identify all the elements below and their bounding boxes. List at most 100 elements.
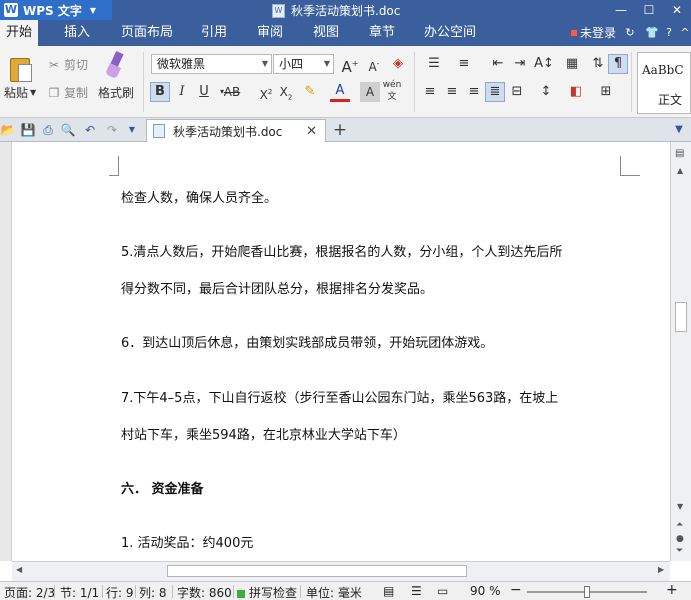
minimize-icon[interactable]: —	[607, 0, 635, 20]
align-right-icon[interactable]: ≡	[464, 82, 484, 102]
status-word-count[interactable]: 字数: 860	[177, 584, 232, 600]
tab-view[interactable]: 视图	[313, 20, 339, 46]
refresh-icon[interactable]: ↻	[624, 27, 636, 39]
numbered-list-icon[interactable]: ≡	[454, 54, 474, 74]
zoom-in-icon[interactable]: +	[666, 582, 678, 598]
increase-indent-icon[interactable]: ⇥	[510, 54, 530, 74]
previous-page-icon[interactable]: ⏶	[676, 520, 683, 530]
outline-view-icon[interactable]: ☰	[411, 584, 422, 598]
border-icon[interactable]: ⊞	[596, 82, 616, 102]
tab-home[interactable]: 开始	[0, 20, 39, 46]
italic-icon[interactable]: I	[172, 82, 192, 102]
style-gallery[interactable]: AaBbC 正文	[637, 52, 691, 114]
status-page[interactable]: 页面: 2/3	[4, 584, 55, 600]
tab-page-layout[interactable]: 页面布局	[121, 20, 173, 46]
section-heading[interactable]: 六． 资金准备	[121, 478, 204, 497]
sort-icon[interactable]: ⇅	[588, 54, 608, 74]
new-tab-icon[interactable]: +	[330, 120, 350, 140]
chevron-down-icon: ▼	[89, 5, 97, 15]
show-marks-icon[interactable]: ¶	[608, 54, 628, 74]
distributed-align-icon[interactable]: ⊟	[507, 82, 527, 102]
copy-button[interactable]: ❐ 复制	[46, 84, 88, 101]
paste-icon[interactable]	[8, 54, 34, 84]
bullet-list-icon[interactable]: ☰	[424, 54, 444, 74]
text-direction-icon[interactable]: A↕	[534, 54, 554, 74]
print-icon[interactable]: ⎙	[40, 122, 56, 138]
tab-office-space[interactable]: 办公空间	[424, 20, 476, 46]
zoom-value[interactable]: 90 %	[470, 584, 501, 598]
web-view-icon[interactable]: ▭	[437, 584, 448, 598]
paragraph[interactable]: 得分数不同，最后合计团队总分，根据排名分发奖品。	[121, 278, 433, 297]
maximize-icon[interactable]: ☐	[635, 0, 663, 20]
tab-review[interactable]: 审阅	[257, 20, 283, 46]
scroll-up-icon[interactable]: ▲	[677, 166, 683, 175]
format-painter-button[interactable]: 格式刷	[98, 84, 134, 101]
next-page-icon[interactable]: ⏷	[676, 546, 683, 556]
font-color-icon[interactable]: A	[330, 82, 350, 102]
paragraph[interactable]: 5.清点人数后，开始爬香山比赛，根据报名的人数，分小组，个人到达先后所	[121, 241, 562, 260]
horizontal-scrollbar[interactable]: ◀ ▶	[12, 561, 670, 581]
highlight-icon[interactable]: ✎	[300, 82, 320, 102]
select-browse-object-icon[interactable]: ●	[676, 534, 684, 544]
align-center-icon[interactable]: ≡	[442, 82, 462, 102]
paragraph[interactable]: 7.下午4–5点，下山自行返校（步行至香山公园东门站，乘坐563路，在坡上	[121, 387, 558, 406]
horizontal-scroll-thumb[interactable]	[167, 565, 467, 577]
line-spacing-icon[interactable]: ↕	[536, 82, 556, 102]
paragraph[interactable]: 1. 活动奖品：约400元	[121, 532, 253, 551]
status-unit[interactable]: 单位: 毫米	[306, 584, 362, 600]
shrink-font-icon[interactable]: A-	[364, 54, 384, 74]
close-tab-icon[interactable]: ✕	[306, 124, 317, 139]
subscript-icon[interactable]: X2	[276, 82, 296, 102]
font-name-select[interactable]: 微软雅黑 ▼	[151, 54, 272, 74]
close-icon[interactable]: ✕	[663, 0, 691, 20]
superscript-icon[interactable]: X2	[256, 82, 276, 102]
page-nav-icon[interactable]: ▤	[675, 148, 684, 159]
tab-insert[interactable]: 插入	[64, 20, 90, 46]
character-shading-icon[interactable]: A	[360, 82, 380, 102]
paragraph[interactable]: 6．到达山顶后休息，由策划实践部成员带领，开始玩团体游戏。	[121, 332, 493, 351]
tab-list-icon[interactable]: ▼	[671, 122, 687, 138]
underline-icon[interactable]: U	[194, 82, 214, 102]
zoom-out-icon[interactable]: −	[510, 582, 522, 598]
grow-font-icon[interactable]: A+	[340, 54, 360, 76]
ribbon-collapse-icon[interactable]: ^	[679, 27, 691, 39]
justify-icon[interactable]: ≣	[485, 82, 505, 102]
vertical-scrollbar[interactable]: ▤ ▲ ▼ ⏶ ● ⏷	[670, 142, 691, 561]
skin-icon[interactable]: 👕	[645, 27, 659, 39]
scroll-right-icon[interactable]: ▶	[658, 565, 664, 574]
table-icon[interactable]: ▦	[562, 54, 582, 74]
undo-icon[interactable]: ↶	[82, 122, 98, 138]
redo-icon[interactable]: ↷	[104, 122, 120, 138]
document-page[interactable]: 检查人数，确保人员齐全。 5.清点人数后，开始爬香山比赛，根据报名的人数，分小组…	[0, 142, 691, 561]
zoom-slider-thumb[interactable]	[584, 586, 590, 598]
vertical-scroll-thumb[interactable]	[675, 302, 687, 332]
help-icon[interactable]: ?	[663, 27, 675, 39]
phonetic-guide-icon[interactable]: wén 文	[382, 79, 402, 102]
paste-button[interactable]: 粘贴 ▼	[4, 84, 36, 101]
wps-app-menu-button[interactable]: W WPS 文字 ▼	[0, 0, 112, 20]
login-status[interactable]: 未登录	[571, 20, 616, 46]
print-preview-icon[interactable]: 🔍	[60, 122, 76, 138]
chevron-down-icon[interactable]: ▼	[124, 122, 140, 138]
font-size-select[interactable]: 小四 ▼	[273, 54, 334, 74]
shading-icon[interactable]: ◧	[566, 82, 586, 102]
scroll-down-icon[interactable]: ▼	[677, 502, 683, 511]
bold-icon[interactable]: B	[150, 82, 170, 102]
clear-format-icon[interactable]: ◈	[388, 54, 408, 74]
scroll-left-icon[interactable]: ◀	[16, 565, 22, 574]
status-spell-check[interactable]: 拼写检查	[237, 584, 297, 600]
format-painter-icon[interactable]	[104, 50, 126, 80]
align-left-icon[interactable]: ≡	[420, 82, 440, 102]
page-view-icon[interactable]: ▤	[383, 584, 394, 598]
tab-chapter[interactable]: 章节	[369, 20, 395, 46]
decrease-indent-icon[interactable]: ⇤	[488, 54, 508, 74]
paragraph[interactable]: 村站下车，乘坐594路，在北京林业大学站下车）	[121, 424, 406, 443]
cut-button[interactable]: ✂ 剪切	[46, 56, 88, 73]
save-icon[interactable]: 💾	[20, 122, 36, 138]
strikethrough-icon[interactable]: AB	[222, 82, 242, 102]
open-folder-icon[interactable]: 📂	[0, 122, 16, 138]
paragraph[interactable]: 检查人数，确保人员齐全。	[121, 187, 277, 206]
document-tab[interactable]: 秋季活动策划书.doc ✕	[146, 119, 326, 142]
divider	[414, 52, 415, 112]
tab-references[interactable]: 引用	[201, 20, 227, 46]
